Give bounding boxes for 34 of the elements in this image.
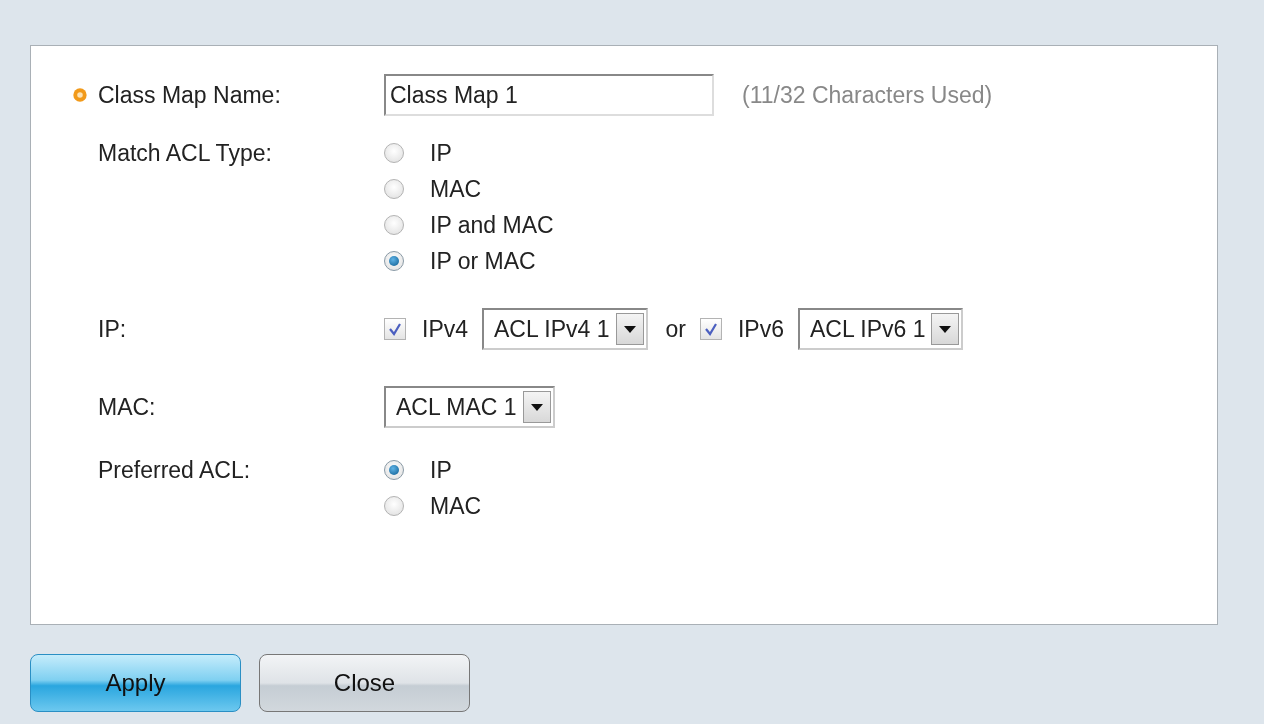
caret-icon: [615, 313, 644, 345]
separator-text: or: [665, 315, 686, 343]
dropdown[interactable]: ACL IPv6 1: [798, 308, 964, 350]
checkbox-label: IPv4: [422, 315, 469, 343]
checkmark-icon: [388, 322, 402, 336]
dropdown[interactable]: ACL MAC 1: [384, 386, 555, 428]
checkmark-icon: [703, 322, 718, 336]
radio-button[interactable]: [384, 460, 404, 480]
dropdown[interactable]: ACL IPv4 1: [482, 308, 648, 350]
radio-label: IP or MAC: [430, 247, 536, 275]
radio-button[interactable]: [384, 251, 404, 271]
field-label: MAC:: [98, 393, 157, 421]
close-button[interactable]: Close: [259, 654, 470, 712]
radio-button[interactable]: [384, 496, 404, 516]
radio-button[interactable]: [384, 179, 404, 199]
radio-label: IP and MAC: [430, 211, 554, 239]
field-label: Preferred ACL:: [98, 456, 252, 485]
radio-label: MAC: [430, 175, 482, 203]
radio-label: MAC: [430, 492, 482, 520]
radio-label: IP: [430, 139, 452, 167]
checkbox[interactable]: [699, 318, 722, 340]
apply-button[interactable]: Apply: [30, 654, 241, 712]
caret-icon: [931, 313, 960, 345]
radio-button[interactable]: [384, 143, 404, 163]
checkbox[interactable]: [384, 318, 406, 340]
character-count: (11/32 Characters Used): [742, 81, 993, 109]
field-label: Match ACL Type:: [98, 139, 273, 168]
field-label: IP:: [98, 315, 128, 343]
caret-icon: [522, 391, 551, 423]
field-label: Class Map Name:: [98, 81, 282, 109]
checkbox-label: IPv6: [737, 315, 784, 343]
radio-label: IP: [430, 456, 452, 484]
input-field[interactable]: Class Map 1: [384, 74, 714, 116]
radio-button[interactable]: [384, 215, 404, 235]
